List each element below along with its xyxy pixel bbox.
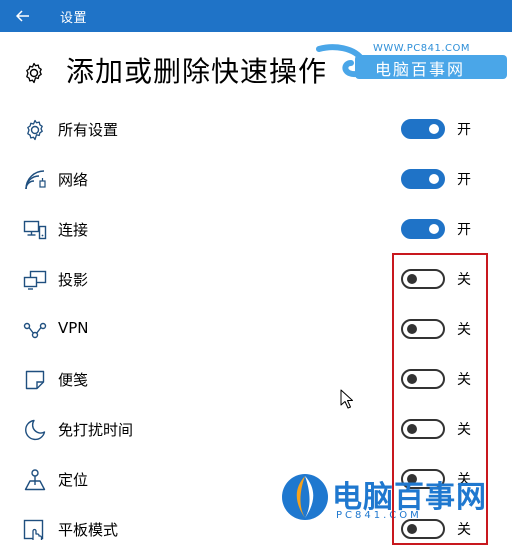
row-label: 网络: [58, 171, 89, 189]
vpn-icon: [23, 322, 47, 339]
watermark-name: 电脑百事网: [375, 60, 466, 79]
toggle-switch[interactable]: [401, 119, 445, 139]
note-icon: [25, 370, 45, 390]
watermark-top: WWW.PC841.COM 电脑百事网: [315, 43, 512, 81]
toggle-knob: [429, 224, 439, 234]
location-icon: [24, 469, 46, 491]
row-label: 免打扰时间: [58, 421, 134, 439]
row-label: VPN: [58, 319, 89, 337]
toggle-state-label: 开: [457, 172, 471, 188]
toggle-state-label: 开: [457, 222, 471, 238]
gear-icon: [26, 62, 42, 84]
back-arrow-icon: [16, 10, 29, 22]
row-label: 连接: [58, 221, 89, 239]
toggle-state-label: 开: [457, 122, 471, 138]
toggle-switch[interactable]: [401, 219, 445, 239]
title-bar: 设置: [0, 0, 512, 32]
quick-action-row-connect: 连接 开: [0, 205, 512, 255]
watermark-url: WWW.PC841.COM: [373, 43, 470, 54]
quick-action-row-network: 网络 开: [0, 155, 512, 205]
page-title: 添加或删除快速操作: [66, 55, 328, 88]
toggle-knob: [429, 174, 439, 184]
project-icon: [23, 270, 47, 290]
window-title: 设置: [60, 10, 88, 26]
row-label: 投影: [58, 271, 89, 289]
highlight-box: [392, 253, 488, 545]
toggle-switch[interactable]: [401, 169, 445, 189]
connect-icon: [23, 220, 47, 240]
row-label: 定位: [58, 471, 89, 489]
wifi-icon: [25, 170, 46, 190]
tablet-mode-icon: [23, 519, 44, 540]
row-label: 便笺: [58, 371, 89, 389]
row-label: 平板模式: [58, 521, 119, 539]
mouse-cursor-icon: [340, 389, 353, 409]
back-button[interactable]: [0, 0, 46, 32]
quick-action-row-all-settings: 所有设置 开: [0, 105, 512, 155]
gear-icon: [27, 119, 43, 141]
row-label: 所有设置: [58, 121, 119, 139]
moon-icon: [25, 419, 46, 441]
watermark-logo-icon: [282, 474, 328, 520]
toggle-knob: [429, 124, 439, 134]
